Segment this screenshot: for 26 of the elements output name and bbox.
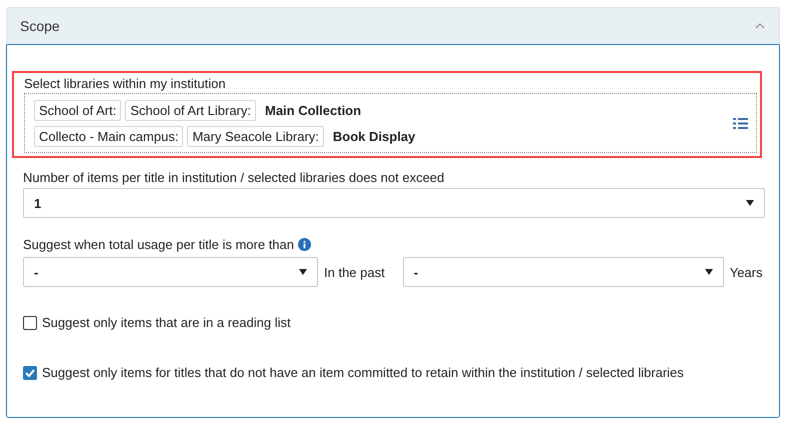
info-icon[interactable] [298,238,311,251]
field-label: Number of items per title in institution / selected libraries does not exceed [23,170,446,185]
checkbox[interactable] [23,366,37,380]
location-name: Book Display [332,128,416,144]
library-tag: Mary Seacole Library: [187,126,324,146]
field-label: Select libraries within my institution [24,76,227,91]
field-label: In the past [324,264,385,280]
checkbox-label: Suggest only items for titles that do not have an item committed to retain within the institution / selected libraries [42,365,684,380]
caret-icon [299,269,307,275]
checkbox[interactable] [23,316,37,330]
field-label: Suggest when total usage per title is more than [23,237,294,252]
panel-title: Scope [20,18,60,34]
unit-label: Years [730,264,762,280]
panel-header[interactable]: Scope [6,7,780,45]
checkbox-label: Suggest only items that are in a reading list [42,315,291,330]
dropdown[interactable]: - [402,257,724,287]
dropdown[interactable]: 1 [23,188,765,218]
location-name: Main Collection [265,102,362,118]
list-icon[interactable] [733,118,748,128]
library-tag: School of Art Library: [125,100,256,120]
library-selector[interactable]: School of Art: School of Art Library: Main Collection Collecto - Main campus: Mary Seacole Library: Book Display [24,93,757,153]
caret-icon [704,269,713,275]
dropdown[interactable]: - [23,257,318,287]
library-tag: Collecto - Main campus: [34,126,184,146]
caret-icon [746,200,754,206]
library-tag: School of Art: [34,100,122,120]
